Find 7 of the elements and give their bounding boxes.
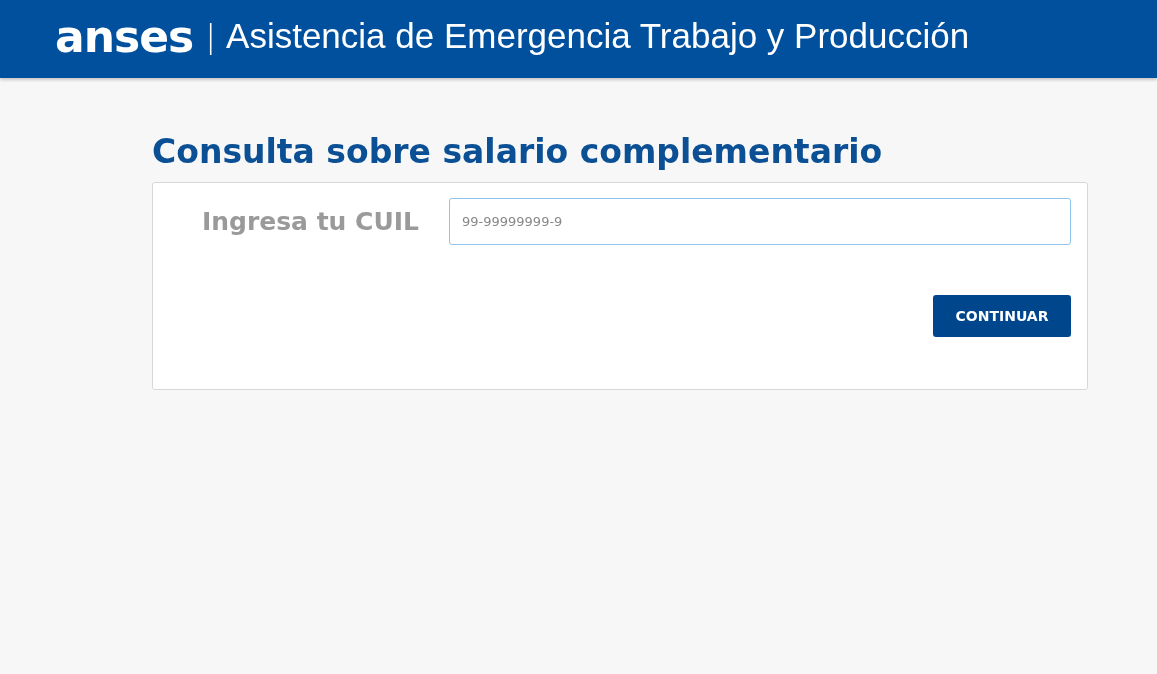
logo: anses [55, 10, 194, 62]
cuil-field[interactable]: 99-99999999-9 [449, 198, 1071, 245]
site-title: Asistencia de Emergencia Trabajo y Producción [226, 16, 970, 56]
page-title: Consulta sobre salario complementario [152, 131, 883, 173]
continue-button[interactable]: CONTINUAR [933, 295, 1071, 337]
field-label: Ingresa tu CUIL [200, 207, 420, 236]
separator: | [205, 17, 217, 55]
